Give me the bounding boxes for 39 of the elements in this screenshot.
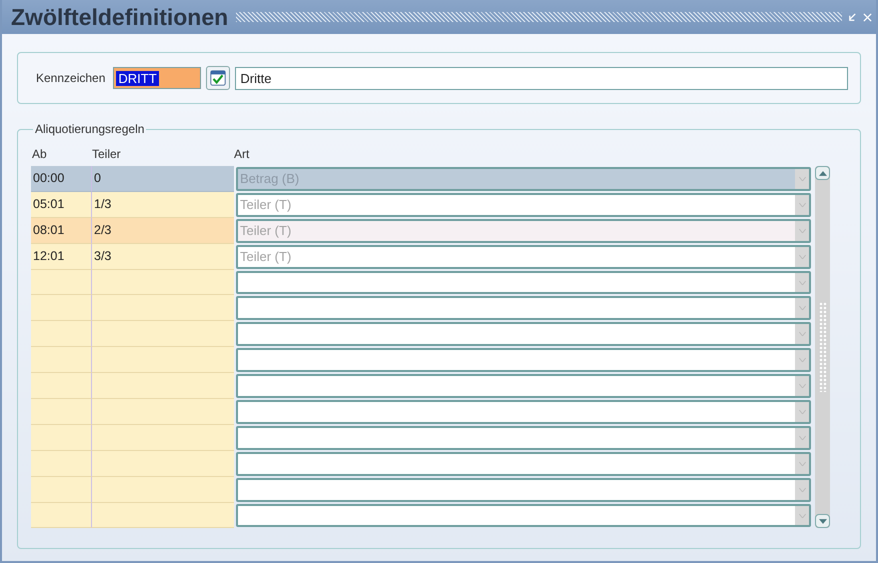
window-title: Zwölfteldefinitionen: [11, 4, 228, 30]
type-dropdown[interactable]: [236, 270, 811, 294]
group-title: Aliquotierungsregeln: [34, 122, 146, 136]
type-dropdown[interactable]: [236, 452, 811, 476]
type-dropdown[interactable]: Teiler (T): [236, 244, 811, 269]
checklist-icon: [209, 69, 228, 87]
type-dropdown[interactable]: [236, 296, 811, 320]
type-dropdown[interactable]: Teiler (T): [236, 218, 811, 243]
scroll-grip[interactable]: [818, 302, 826, 392]
column-header: Ab: [31, 147, 48, 161]
type-dropdown[interactable]: [236, 504, 811, 528]
table-cell: 00:00: [31, 166, 92, 192]
type-dropdown[interactable]: [236, 400, 811, 424]
scrollbar[interactable]: [815, 166, 830, 528]
table-cell: 1/3: [92, 192, 234, 218]
type-dropdown[interactable]: Teiler (T): [236, 192, 811, 217]
table-cell: 0: [92, 166, 234, 192]
code-label: Kennzeichen: [36, 71, 106, 85]
table-cell: 3/3: [92, 244, 234, 270]
code-field[interactable]: DRITT: [113, 67, 202, 89]
type-dropdown[interactable]: [236, 322, 811, 346]
type-dropdown[interactable]: [236, 426, 811, 450]
scroll-down-button[interactable]: [815, 514, 830, 528]
down-arrow-icon: [818, 518, 826, 524]
type-dropdown[interactable]: [236, 478, 811, 502]
description-field[interactable]: Dritte: [235, 66, 848, 90]
close-icon[interactable]: [863, 12, 872, 22]
column-header: Teiler: [92, 147, 122, 161]
table-cell: 12:01: [31, 244, 92, 270]
type-dropdown[interactable]: [236, 348, 811, 372]
table-cell: 2/3: [92, 218, 234, 244]
table-cell: 08:01: [31, 218, 92, 244]
list-button[interactable]: [206, 66, 230, 90]
type-dropdown[interactable]: [236, 374, 811, 398]
column-header: Art: [234, 147, 250, 161]
table-cell: 05:01: [31, 192, 92, 218]
minimize-icon[interactable]: [848, 12, 857, 22]
up-arrow-icon: [818, 170, 826, 176]
scroll-up-button[interactable]: [815, 166, 830, 180]
